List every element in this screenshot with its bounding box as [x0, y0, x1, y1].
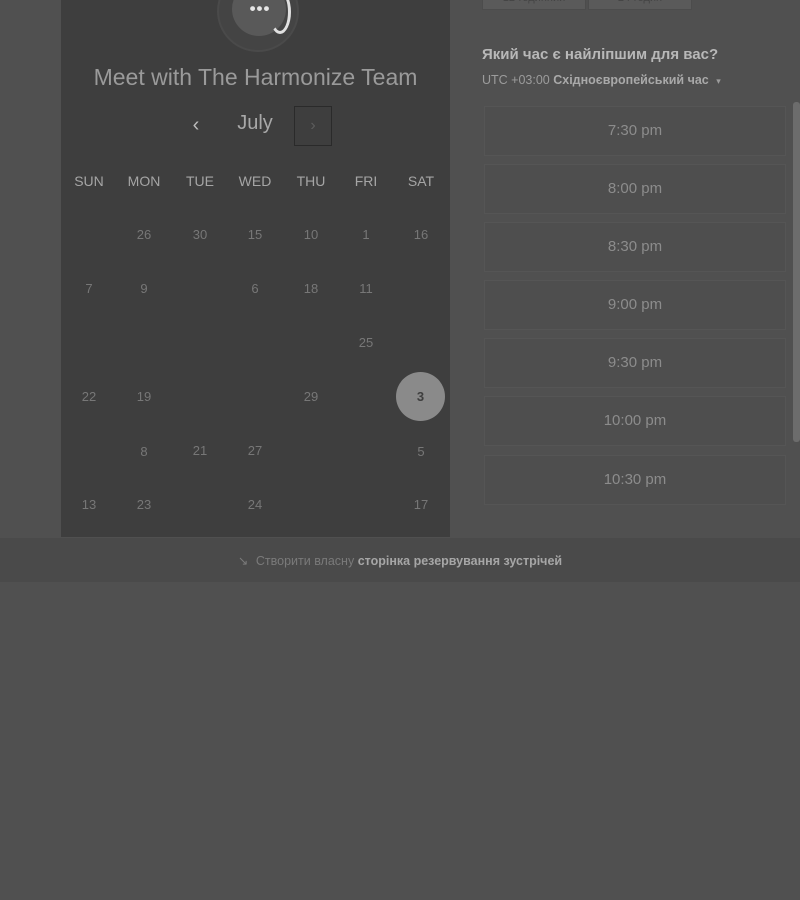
calendar-day-selected[interactable]: 3 [396, 372, 445, 421]
timezone-selector[interactable]: UTC +03:00 Східноєвропейський час ▾ [482, 73, 721, 87]
calendar-day[interactable]: 26 [124, 225, 164, 245]
page-title: Meet with The Harmonize Team [93, 64, 418, 90]
calendar-day[interactable]: 19 [124, 387, 164, 407]
calendar-day[interactable]: 25 [346, 333, 386, 353]
calendar-day[interactable]: 29 [291, 387, 331, 407]
prev-month-button[interactable]: ‹ [184, 110, 208, 140]
clock-24h-toggle[interactable]: 24-годин [588, 0, 692, 10]
weekday-sun: SUN [74, 173, 104, 189]
calendar-day[interactable]: 15 [235, 225, 275, 245]
clock-12h-toggle[interactable]: 12-годинний [482, 0, 586, 10]
calendar-day[interactable]: 6 [235, 279, 275, 299]
timezone-name: Східноєвропейський час [553, 73, 709, 87]
calendar-day[interactable]: 30 [180, 225, 220, 245]
footer-link-text: сторінка резервування зустрічей [357, 554, 563, 568]
next-month-button[interactable]: › [294, 106, 332, 146]
weekday-sat: SAT [407, 173, 435, 189]
calendar-day[interactable]: 11 [346, 279, 386, 299]
time-slot[interactable]: 9:30 pm [484, 338, 786, 388]
calendar-day[interactable]: 23 [124, 495, 164, 515]
month-label: July [237, 112, 273, 134]
timezone-offset: UTC +03:00 [482, 73, 550, 87]
calendar-day[interactable]: 17 [401, 495, 441, 515]
calendar-day[interactable]: 18 [291, 279, 331, 299]
calendar-day[interactable]: 5 [401, 442, 441, 462]
calendar-day[interactable]: 21 [180, 441, 220, 461]
footer-create-link[interactable]: ↘ Створити власну сторінка резервування … [0, 553, 800, 568]
arrow-icon: ↘ [237, 554, 249, 568]
calendar-day[interactable]: 9 [124, 279, 164, 299]
time-slot[interactable]: 8:00 pm [484, 164, 786, 214]
time-slot[interactable]: 8:30 pm [484, 222, 786, 272]
time-question-heading: Який час є найліпшим для вас? [482, 46, 719, 63]
weekday-fri: FRI [354, 173, 378, 189]
scrollbar[interactable] [793, 102, 800, 442]
calendar-day[interactable]: 8 [124, 442, 164, 462]
weekday-thu: THU [296, 173, 326, 189]
time-slot[interactable]: 10:30 pm [484, 455, 786, 505]
weekday-mon: MON [127, 173, 161, 189]
calendar-day[interactable]: 7 [69, 279, 109, 299]
time-slot[interactable]: 10:00 pm [484, 396, 786, 446]
footer-prefix: Створити власну [255, 554, 355, 568]
calendar-day[interactable]: 24 [235, 495, 275, 515]
weekday-tue: TUE [186, 173, 214, 189]
calendar-day[interactable]: 16 [401, 225, 441, 245]
calendar-day[interactable]: 1 [346, 225, 386, 245]
chevron-down-icon: ▾ [716, 76, 721, 86]
weekday-wed: WED [238, 173, 272, 189]
calendar-day[interactable]: 13 [69, 495, 109, 515]
calendar-day[interactable]: 10 [291, 225, 331, 245]
time-slot[interactable]: 7:30 pm [484, 106, 786, 156]
calendar-day[interactable]: 22 [69, 387, 109, 407]
calendar-day[interactable]: 27 [235, 441, 275, 461]
time-slot[interactable]: 9:00 pm [484, 280, 786, 330]
